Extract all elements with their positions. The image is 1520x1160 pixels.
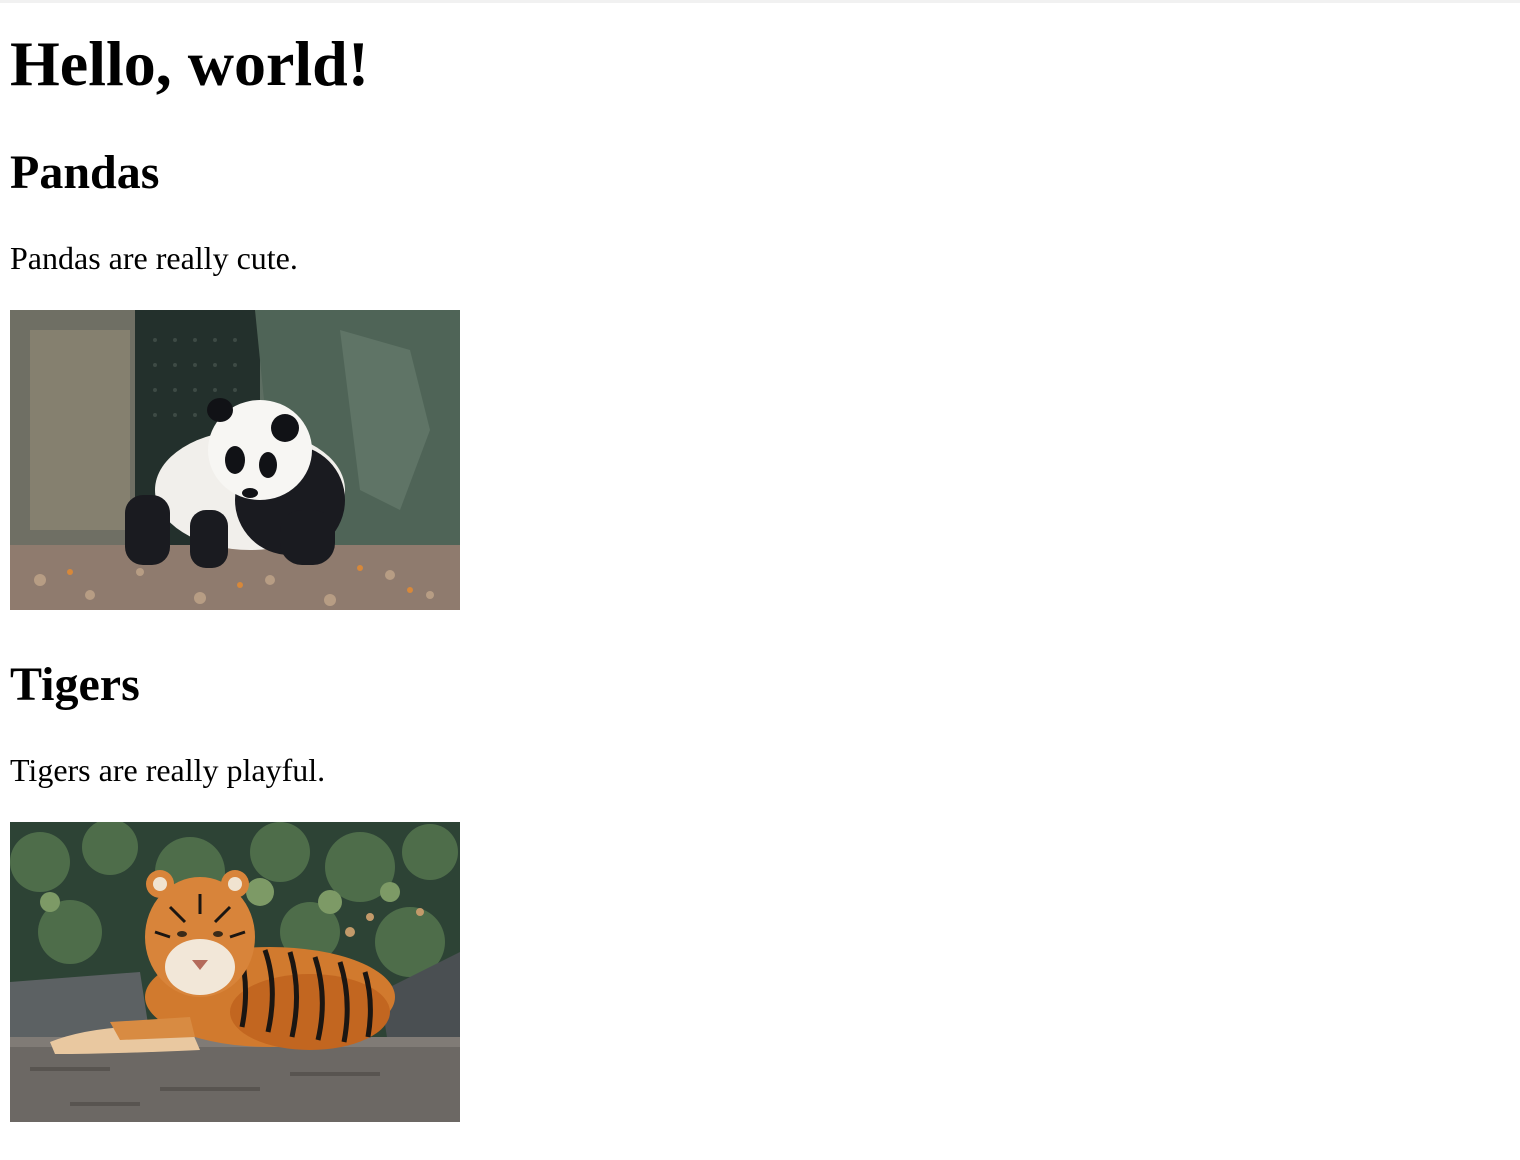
section-heading-tigers: Tigers (10, 658, 140, 711)
top-divider (0, 0, 1520, 3)
panda-image (10, 310, 460, 610)
section-text-tigers: Tigers are really playful. (10, 752, 326, 788)
tiger-image (10, 822, 460, 1122)
section-heading-pandas: Pandas (10, 146, 160, 199)
page-title: Hello, world! (10, 28, 370, 99)
section-text-pandas: Pandas are really cute. (10, 240, 298, 276)
